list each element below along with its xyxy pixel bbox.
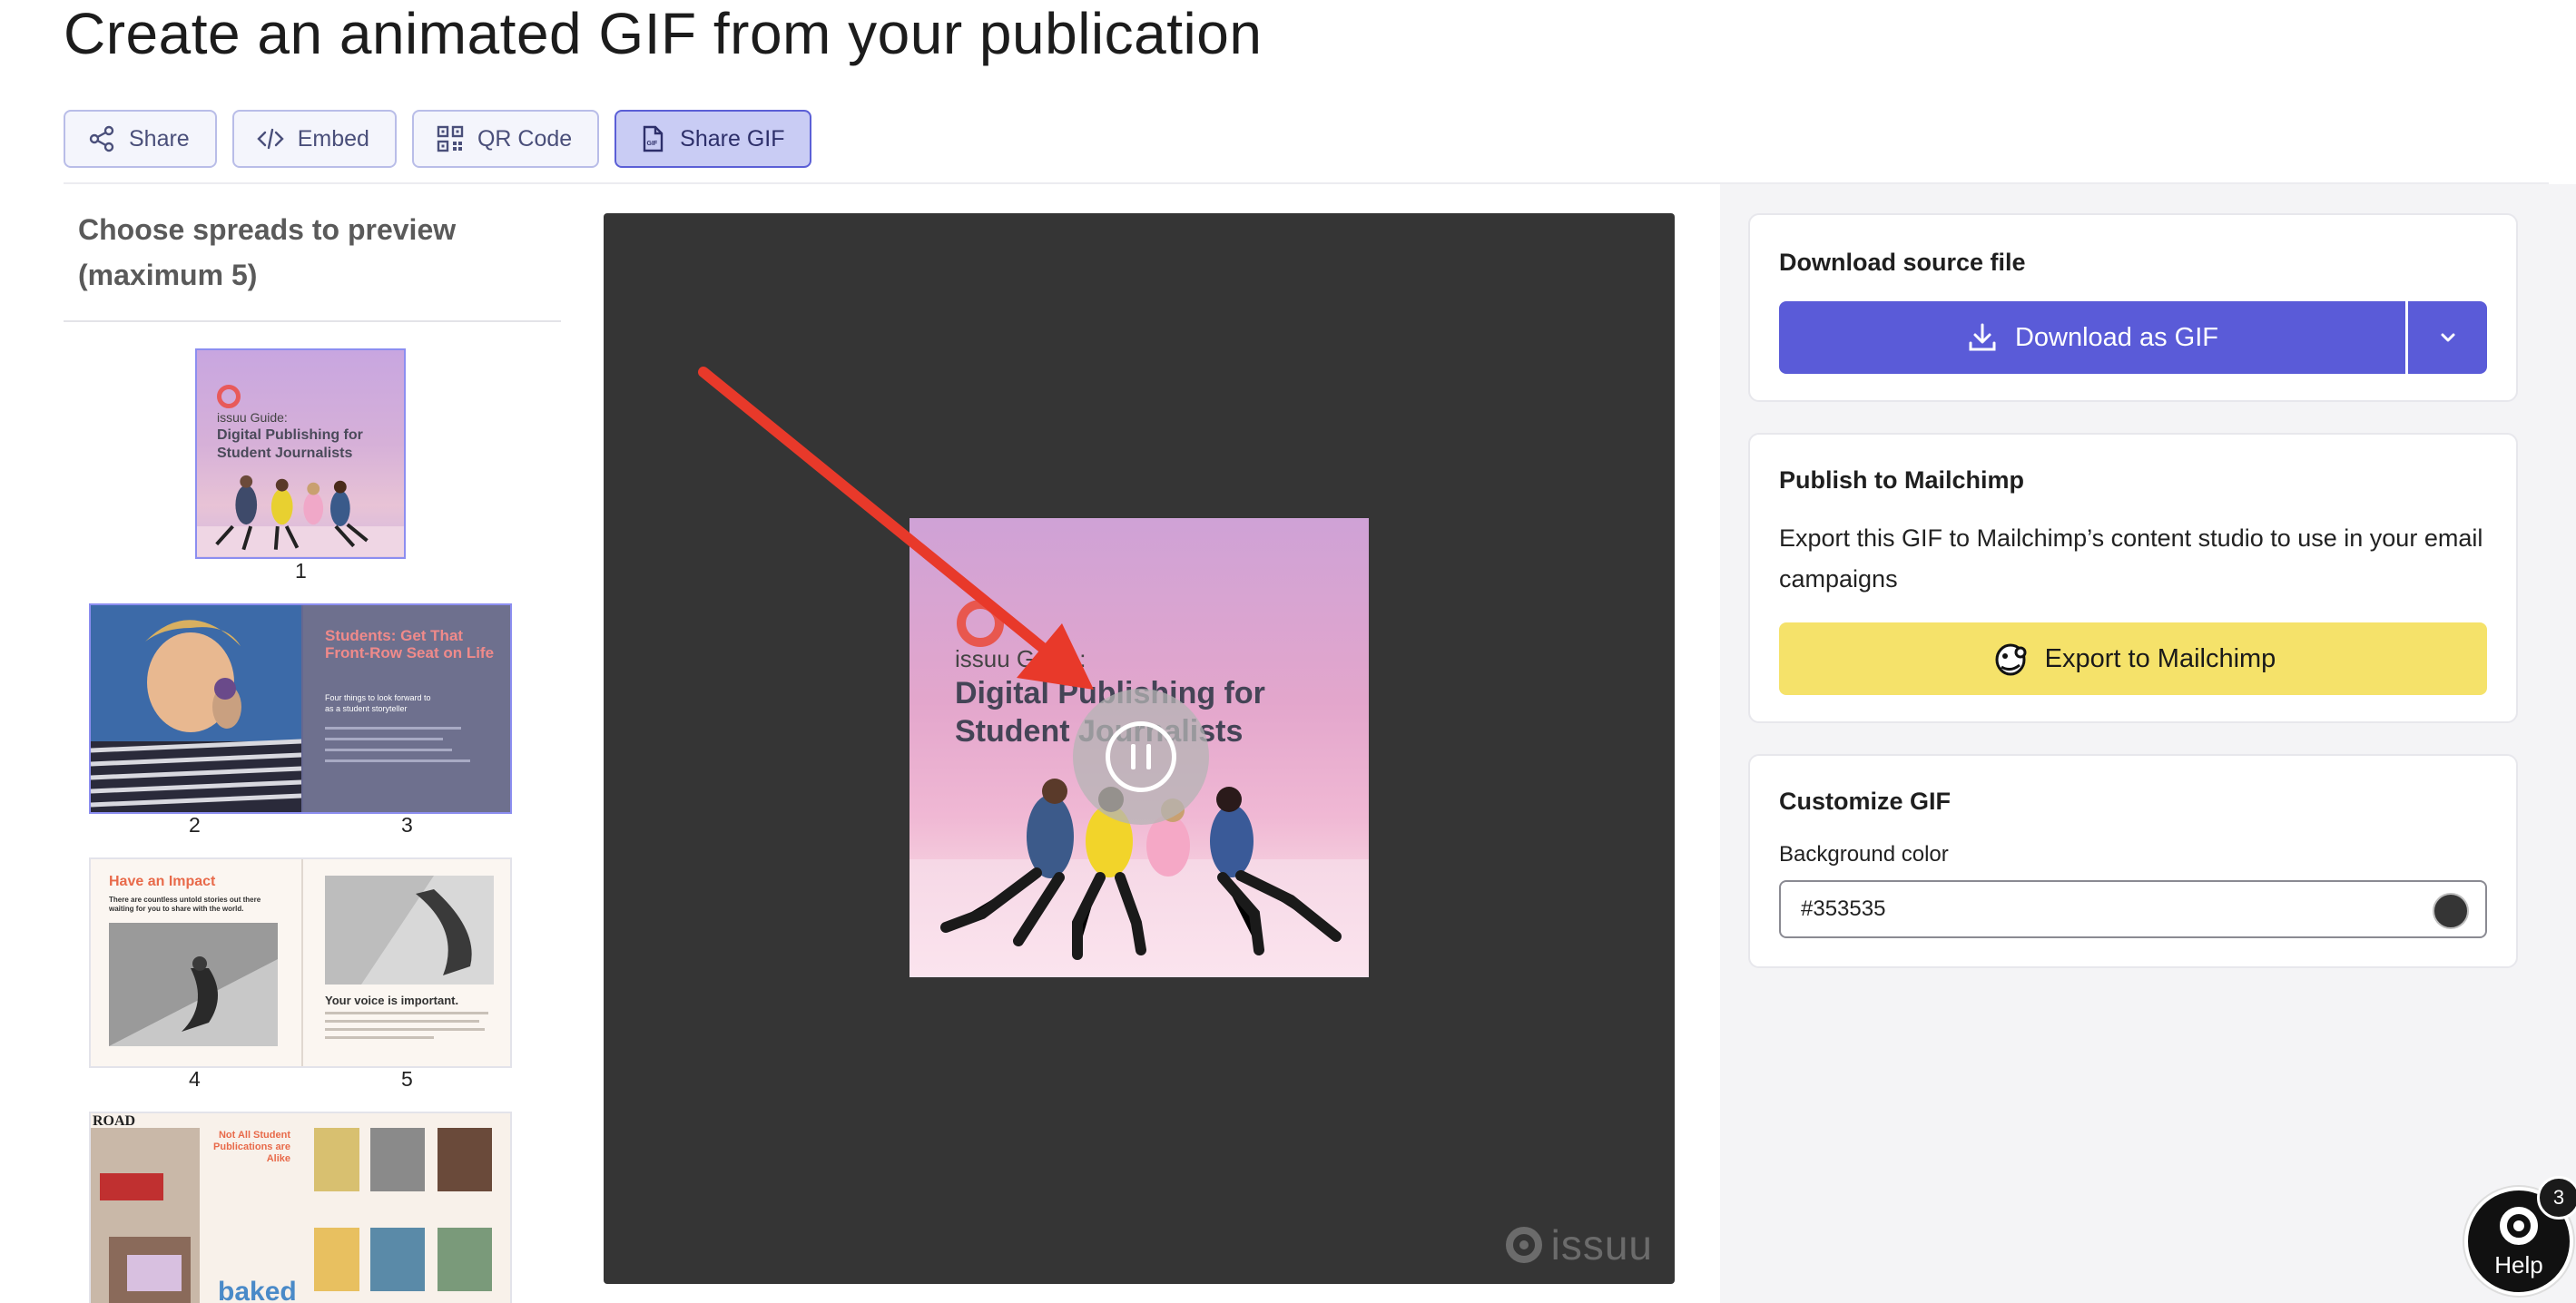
cover-photo-people	[197, 475, 404, 557]
tab-qr-code[interactable]: QR Code	[411, 110, 600, 168]
spread-4-photo	[109, 923, 278, 1046]
pause-button[interactable]	[1073, 689, 1209, 825]
spread-3-title: Students: Get That Front-Row Seat on Lif…	[325, 627, 495, 661]
download-options-dropdown[interactable]	[2408, 301, 2487, 374]
spreads-heading: Choose spreads to preview (maximum 5)	[78, 213, 457, 291]
spread-thumbnail-4-5[interactable]: Have an Impact There are countless untol…	[89, 857, 512, 1068]
svg-text:GIF: GIF	[647, 141, 658, 147]
spine	[301, 859, 303, 1066]
spread-5-text-lines	[325, 1012, 488, 1039]
issuu-watermark: issuu	[1504, 1220, 1653, 1269]
download-gif-button[interactable]: Download as GIF	[1779, 301, 2405, 374]
export-to-mailchimp-button[interactable]: Export to Mailchimp	[1779, 622, 2487, 695]
spread-6-collage	[91, 1128, 200, 1303]
preview-cover-brand: issuu Guide:	[955, 645, 1086, 672]
share-tabs: Share Embed QR Code GIF Share GIF	[64, 110, 812, 168]
page-number: 2	[189, 813, 201, 837]
mailchimp-title: Publish to Mailchimp	[1779, 466, 2025, 494]
mailchimp-icon	[1995, 643, 2027, 676]
issuu-logo-icon	[217, 385, 241, 408]
spread-5-photo	[325, 876, 494, 985]
share-icon	[89, 125, 114, 152]
spread-6-title: Not All Student Publications are Alike	[213, 1130, 290, 1164]
cover-brand: issuu Guide:	[217, 410, 288, 425]
issuu-logo-icon	[957, 600, 1004, 647]
download-card: Download source file Download as GIF	[1748, 213, 2518, 402]
spread-4-text: There are countless untold stories out t…	[109, 896, 261, 913]
spread-6-sticker: baked	[218, 1277, 297, 1303]
download-icon	[1969, 323, 1996, 351]
background-color-label: Background color	[1779, 842, 1949, 867]
spread-thumbnail-1[interactable]: issuu Guide: Digital Publishing for Stud…	[195, 348, 406, 559]
tab-embed-label: Embed	[297, 125, 369, 152]
page-number: 4	[189, 1067, 201, 1091]
tab-share-gif-label: Share GIF	[680, 125, 785, 152]
spreads-divider	[64, 320, 561, 322]
spread-3-page: Students: Get That Front-Row Seat on Lif…	[303, 605, 510, 812]
page-number: 1	[295, 559, 307, 583]
spread-2-photo	[91, 605, 301, 812]
page-title: Create an animated GIF from your publica…	[64, 1, 1263, 66]
spread-3-text-lines	[325, 727, 470, 762]
customize-title: Customize GIF	[1779, 788, 1952, 815]
spread-5-title: Your voice is important.	[325, 994, 459, 1007]
spreads-panel[interactable]: Choose spreads to preview (maximum 5) is…	[64, 184, 561, 1303]
spread-thumbnail-2-3[interactable]: Students: Get That Front-Row Seat on Lif…	[89, 603, 512, 814]
pause-icon	[1106, 721, 1176, 792]
background-color-value: #353535	[1801, 896, 1886, 921]
code-icon	[257, 128, 284, 150]
color-swatch[interactable]	[2433, 893, 2469, 929]
spread-3-subtitle: Four things to look forward to as a stud…	[325, 693, 431, 713]
page-number: 5	[401, 1067, 413, 1091]
spread-4-title: Have an Impact	[109, 874, 216, 889]
download-title: Download source file	[1779, 249, 2026, 276]
tab-share[interactable]: Share	[64, 110, 217, 168]
export-to-mailchimp-label: Export to Mailchimp	[2044, 643, 2276, 673]
gif-preview: issuu Guide: Digital Publishing for Stud…	[604, 213, 1675, 1284]
watermark-text: issuu	[1550, 1221, 1653, 1269]
notification-badge: 3	[2537, 1176, 2576, 1220]
cover-title: Digital Publishing for Student Journalis…	[217, 427, 363, 461]
tab-qr-code-label: QR Code	[477, 125, 573, 152]
issuu-logo-icon	[2500, 1206, 2538, 1245]
mailchimp-card: Publish to Mailchimp Export this GIF to …	[1748, 433, 2518, 723]
background-color-input[interactable]: #353535	[1779, 880, 2487, 938]
download-gif-label: Download as GIF	[2014, 322, 2219, 352]
spread-7-grid	[314, 1128, 492, 1291]
tab-share-gif[interactable]: GIF Share GIF	[615, 110, 812, 168]
tab-share-label: Share	[129, 125, 190, 152]
tab-embed[interactable]: Embed	[231, 110, 397, 168]
customize-card: Customize GIF Background color #353535	[1748, 754, 2518, 968]
mailchimp-description: Export this GIF to Mailchimp’s content s…	[1779, 524, 2483, 593]
issuu-logo-icon	[1505, 1227, 1542, 1263]
spread-thumbnail-6-7[interactable]: ROAD baked Not All Student Publications …	[89, 1112, 512, 1303]
page-number: 3	[401, 813, 413, 837]
chevron-down-icon	[2441, 333, 2454, 342]
gif-file-icon: GIF	[643, 125, 664, 152]
qr-code-icon	[437, 125, 464, 152]
help-label: Help	[2494, 1250, 2543, 1279]
